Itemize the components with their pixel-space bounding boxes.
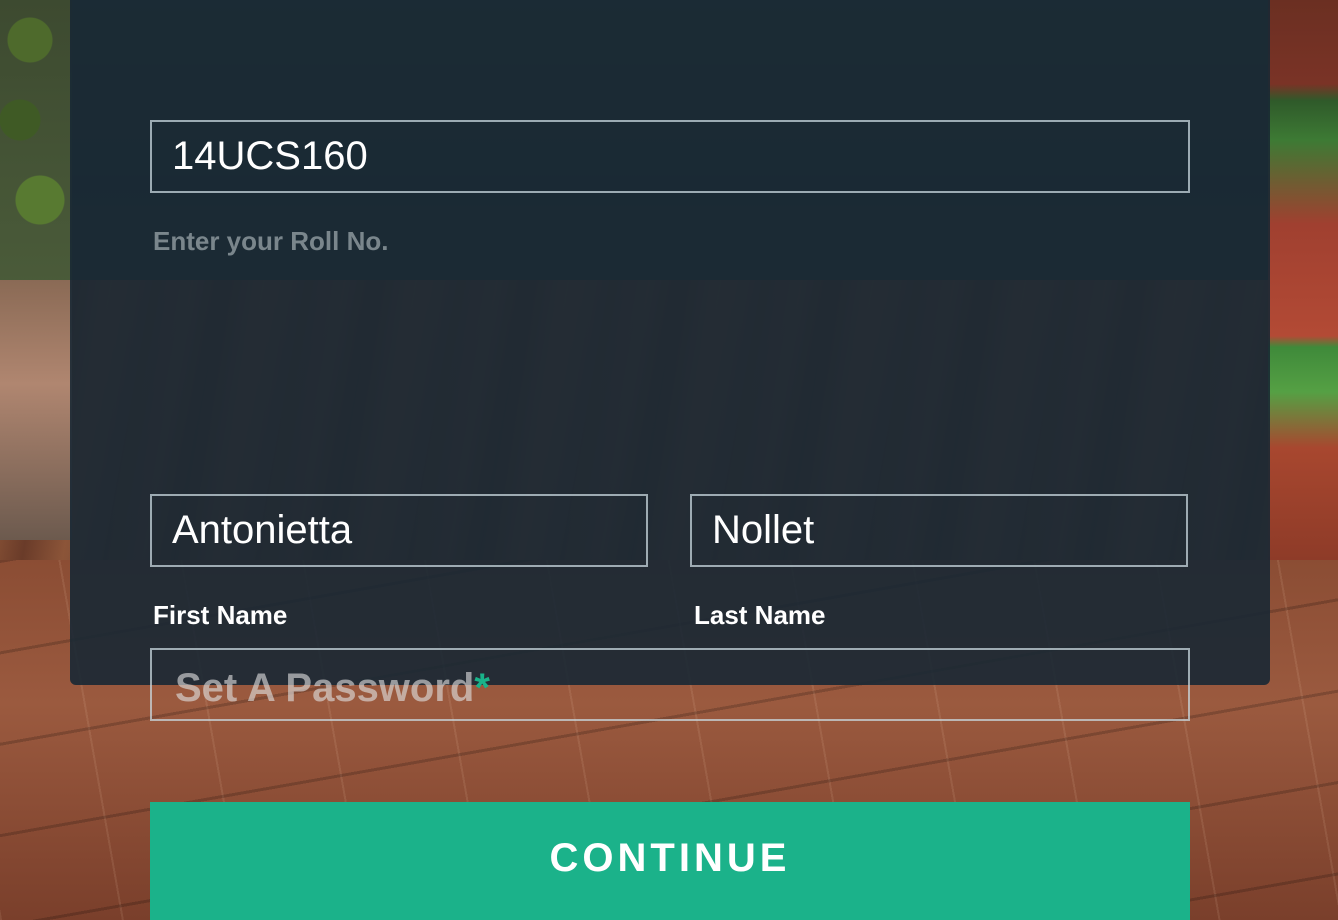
background-left-wall <box>0 280 72 540</box>
roll-no-input[interactable] <box>150 120 1190 193</box>
first-name-label: First Name <box>153 600 288 630</box>
signup-screen: Enter your Roll No. First Name Last Name… <box>0 0 1338 920</box>
first-name-input[interactable] <box>150 494 648 567</box>
password-input[interactable] <box>150 648 1190 721</box>
last-name-label: Last Name <box>694 600 826 630</box>
continue-button[interactable]: CONTINUE <box>150 802 1190 920</box>
last-name-input[interactable] <box>690 494 1188 567</box>
background-right-plants <box>1268 0 1338 560</box>
roll-no-helper: Enter your Roll No. <box>153 226 389 256</box>
background-left-plants <box>0 0 72 300</box>
form-panel <box>70 0 1270 685</box>
